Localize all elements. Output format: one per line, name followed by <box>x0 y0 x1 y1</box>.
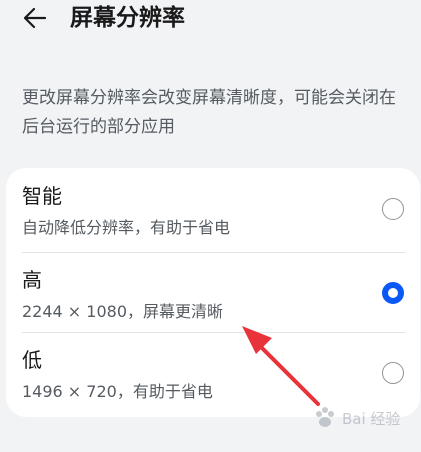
watermark-text: Bai 经验 <box>342 409 401 428</box>
page-title: 屏幕分辨率 <box>70 5 185 31</box>
paw-logo-icon <box>316 407 334 427</box>
watermark: Bai 经验 <box>312 398 417 438</box>
radio-button-low[interactable] <box>382 362 404 384</box>
option-high[interactable]: 高 2244 × 1080，屏幕更清晰 <box>6 252 420 332</box>
description-text: 更改屏幕分辨率会改变屏幕清晰度，可能会关闭在后台运行的部分应用 <box>22 88 396 137</box>
radio-button-high[interactable] <box>382 282 404 304</box>
option-smart[interactable]: 智能 自动降低分辨率，有助于省电 <box>6 168 420 248</box>
back-button[interactable] <box>20 3 50 33</box>
option-title: 高 <box>22 268 42 292</box>
option-title: 智能 <box>22 184 62 208</box>
option-subtitle: 1496 × 720，有助于省电 <box>22 382 213 401</box>
option-subtitle: 2244 × 1080，屏幕更清晰 <box>22 302 224 321</box>
option-subtitle: 自动降低分辨率，有助于省电 <box>22 218 231 237</box>
back-arrow-icon <box>23 7 47 29</box>
resolution-options-card: 智能 自动降低分辨率，有助于省电 高 2244 × 1080，屏幕更清晰 低 1… <box>6 168 420 417</box>
option-title: 低 <box>22 348 42 372</box>
header: 屏幕分辨率 <box>0 0 421 40</box>
radio-button-smart[interactable] <box>382 198 404 220</box>
